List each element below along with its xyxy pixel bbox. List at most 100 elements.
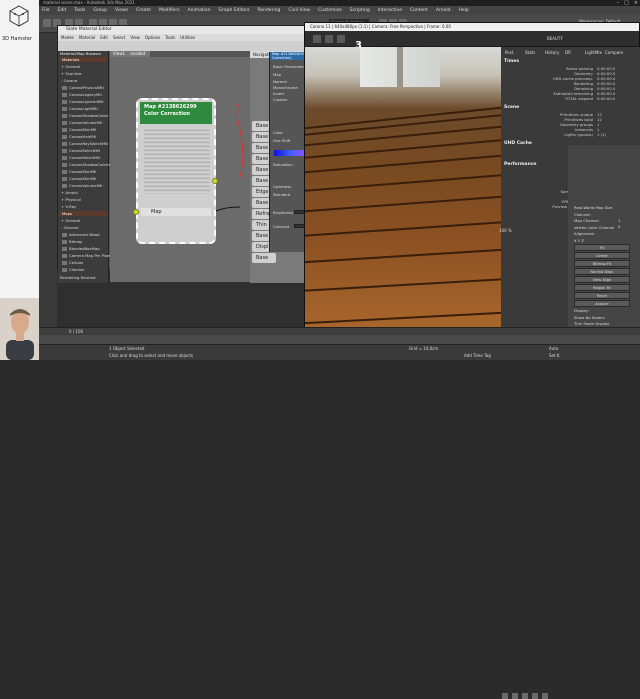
channel-custom[interactable]: Custom (273, 97, 288, 102)
standard-radio[interactable]: Standard (273, 192, 290, 197)
browser-item[interactable]: CoronaLegacyMtl (69, 92, 102, 97)
menu-item-file[interactable]: File (42, 6, 50, 15)
slate-menu-options[interactable]: Options (145, 34, 160, 41)
browser-item[interactable]: CoronaLightMtl (69, 106, 98, 111)
browser-item[interactable]: Camera Map Per Pixel (69, 253, 110, 258)
browser-item[interactable]: CoronaHairMtl (69, 134, 96, 139)
menu-item-create[interactable]: Create (136, 6, 151, 15)
vfb-tab-stats[interactable]: Stats (525, 50, 535, 55)
undo-icon[interactable] (43, 19, 51, 27)
vfb-tab-dr[interactable]: DR (565, 50, 571, 55)
vfb-tab-history[interactable]: History (545, 50, 559, 55)
browser-group[interactable]: - Corona (61, 78, 77, 83)
menu-item-content[interactable]: Content (410, 6, 428, 15)
browser-item[interactable]: CoronaShadowCatcher (69, 162, 112, 167)
time-slider[interactable]: 0 / 100 (39, 327, 640, 335)
slate-menu-material[interactable]: Material (79, 34, 95, 41)
vfb-tab-post[interactable]: Post (505, 50, 513, 55)
browser-item[interactable]: CoronaSkinMtl (69, 169, 96, 174)
beauty-select[interactable]: BEAUTY (547, 36, 563, 41)
browser-item[interactable]: CoronaRaySwitchMtl (69, 141, 108, 146)
browser-item[interactable]: CoronaShadowCatch (69, 113, 108, 118)
browser-item[interactable]: CoronaVolumeMtl (69, 120, 102, 125)
browser-item[interactable]: CoronaSelectMtl (69, 148, 100, 153)
slate-toolbar (58, 41, 308, 51)
browser-group[interactable]: + General (61, 218, 80, 223)
browser-group[interactable]: + V-Ray (61, 204, 76, 209)
menu-item-civil-view[interactable]: Civil View (288, 6, 310, 15)
color-correction-node[interactable]: Map #2138626299 Color Correction Map (133, 98, 218, 244)
menu-item-graph-editors[interactable]: Graph Editors (219, 6, 250, 15)
browser-item[interactable]: Advanced Wood (69, 232, 100, 237)
browser-section[interactable]: Materials (59, 57, 107, 62)
browser-item[interactable]: CoronaLayeredMtl (69, 99, 104, 104)
go-end-icon[interactable] (542, 693, 548, 699)
channel-spinner[interactable]: 0 (618, 224, 620, 229)
node-map-slot[interactable]: Map (141, 208, 211, 216)
menu-item-interactive[interactable]: Interactive (378, 6, 402, 15)
node-input-socket[interactable] (133, 209, 139, 215)
menu-item-group[interactable]: Group (93, 6, 107, 15)
go-start-icon[interactable] (502, 693, 508, 699)
browser-item[interactable]: CoronaVolumeMtl (69, 183, 102, 188)
browser-item[interactable]: Cellular (69, 260, 83, 265)
slate-menu-utilities[interactable]: Utilities (180, 34, 195, 41)
material-input-slot[interactable]: Base (252, 253, 276, 263)
browser-group[interactable]: + General (61, 64, 80, 69)
render-preview[interactable] (305, 47, 501, 328)
slate-menu-modes[interactable]: Modes (61, 34, 74, 41)
slate-menu-view[interactable]: View (130, 34, 140, 41)
browser-item[interactable]: CoronaSelectMtl (69, 155, 100, 160)
browser-group[interactable]: + Arnold (61, 190, 78, 195)
browser-section[interactable]: Maps (59, 211, 107, 216)
browser-group[interactable]: - General (61, 225, 79, 230)
channel-invert[interactable]: Invert (273, 91, 284, 96)
browser-item[interactable]: BlendedBoxMap (69, 246, 100, 251)
menu-item-edit[interactable]: Edit (58, 6, 67, 15)
prev-frame-icon[interactable] (512, 693, 518, 699)
menu-item-scripting[interactable]: Scripting (350, 6, 370, 15)
track-bar[interactable] (39, 335, 640, 344)
cmd-button[interactable]: Region Fit (574, 284, 630, 291)
browser-item[interactable]: CoronaSkinMtl (69, 127, 96, 132)
menu-item-rendering[interactable]: Rendering (257, 6, 280, 15)
vfb-zoom[interactable]: 100 % (499, 228, 512, 233)
cmd-button[interactable]: Acquire (574, 300, 630, 307)
menu-item-tools[interactable]: Tools (74, 6, 85, 15)
channel-monochrome[interactable]: Monochrome (273, 85, 298, 90)
browser-item[interactable]: Checker (69, 267, 84, 272)
channel-spinner[interactable]: 1 (618, 218, 620, 223)
add-time-tag[interactable]: Add Time Tag (464, 353, 491, 358)
cmd-button[interactable]: Reset (574, 292, 630, 299)
node-output-socket[interactable] (212, 178, 218, 184)
auto-key-button[interactable]: Auto (549, 346, 558, 351)
cmd-button[interactable]: Center (574, 252, 630, 259)
cmd-button[interactable]: Fit (574, 244, 630, 251)
menu-item-modifiers[interactable]: Modifiers (159, 6, 180, 15)
browser-item[interactable]: CoronaPhysicalMtl (69, 85, 104, 90)
cmd-button[interactable]: View Align (574, 276, 630, 283)
browser-group[interactable]: + Physical (61, 197, 81, 202)
browser-group[interactable]: + Scanline (61, 71, 81, 76)
browser-item[interactable]: Bitmap (69, 239, 83, 244)
slate-menu-select[interactable]: Select (113, 34, 125, 41)
slate-menu-tools[interactable]: Tools (165, 34, 175, 41)
vfb-tab-compare[interactable]: Compare (605, 50, 623, 55)
menu-item-arnold[interactable]: Arnold (436, 6, 451, 15)
menu-item-help[interactable]: Help (458, 6, 468, 15)
render-icon[interactable] (313, 35, 321, 43)
channel-normal[interactable]: Normal (273, 79, 287, 84)
vfb-tab-lightmix[interactable]: LightMix (585, 50, 602, 55)
menu-item-animation[interactable]: Animation (188, 6, 211, 15)
stop-icon[interactable] (325, 35, 333, 43)
cmd-button[interactable]: Bitmap Fit (574, 260, 630, 267)
save-icon[interactable] (337, 35, 345, 43)
browser-item[interactable]: CoronaSkinMtl (69, 176, 96, 181)
cmd-button[interactable]: Normal Align (574, 268, 630, 275)
menu-item-customize[interactable]: Customize (318, 6, 342, 15)
next-frame-icon[interactable] (532, 693, 538, 699)
menu-item-views[interactable]: Views (115, 6, 128, 15)
set-key-button[interactable]: Set K. (549, 353, 561, 358)
play-icon[interactable] (522, 693, 528, 699)
slate-menu-edit[interactable]: Edit (100, 34, 108, 41)
